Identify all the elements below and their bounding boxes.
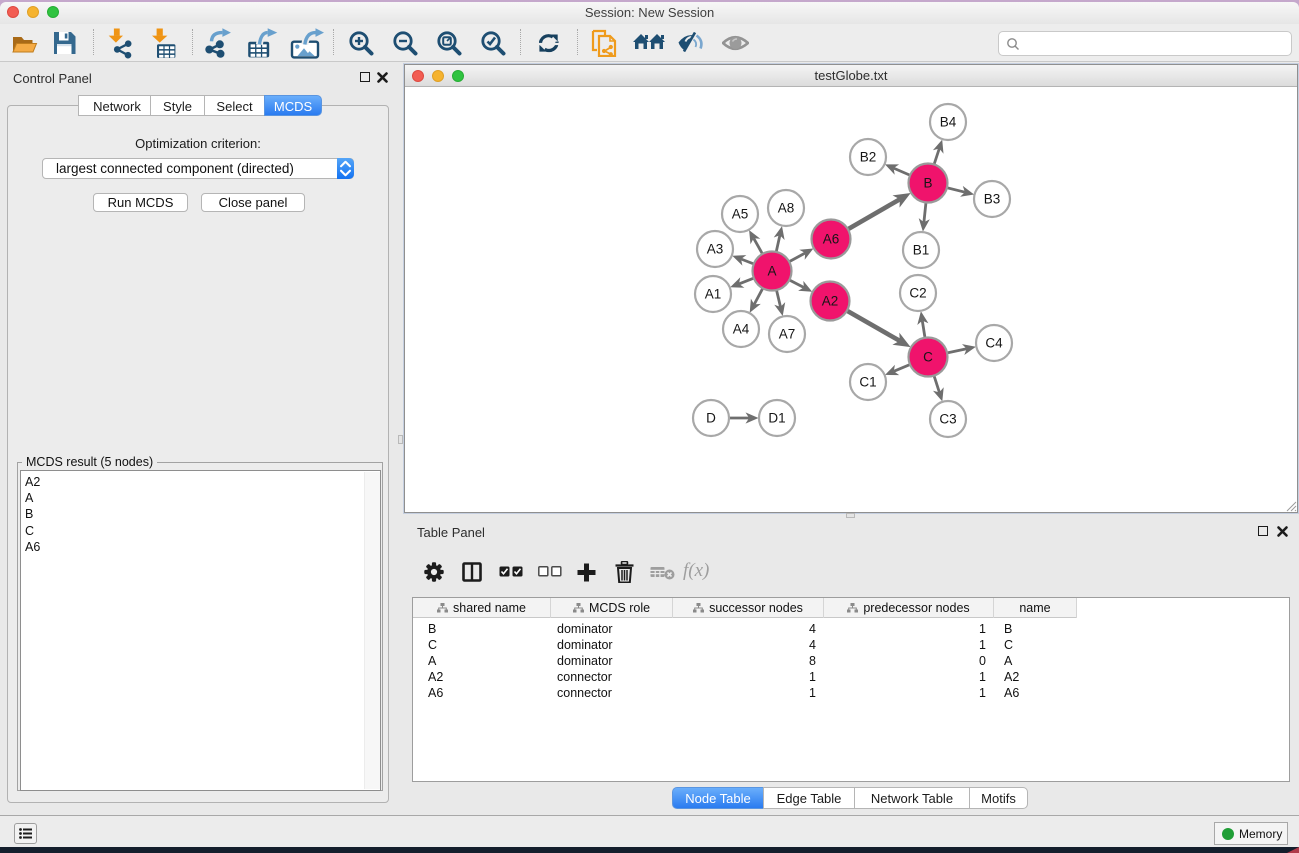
svg-text:A2: A2 <box>822 294 839 309</box>
svg-text:A8: A8 <box>778 201 795 216</box>
svg-text:B1: B1 <box>913 243 930 258</box>
svg-text:C2: C2 <box>909 286 926 301</box>
svg-text:B2: B2 <box>860 150 877 165</box>
svg-text:A3: A3 <box>707 242 724 257</box>
svg-text:C4: C4 <box>985 336 1003 351</box>
svg-text:C1: C1 <box>859 375 876 390</box>
svg-text:B: B <box>923 176 932 191</box>
svg-text:D1: D1 <box>768 411 785 426</box>
svg-text:A: A <box>767 264 776 279</box>
svg-text:A7: A7 <box>779 327 796 342</box>
svg-text:B4: B4 <box>940 115 957 130</box>
svg-text:A1: A1 <box>705 287 722 302</box>
svg-text:B3: B3 <box>984 192 1001 207</box>
svg-text:D: D <box>706 411 716 426</box>
svg-text:A4: A4 <box>733 322 750 337</box>
svg-text:A6: A6 <box>823 232 840 247</box>
svg-text:A5: A5 <box>732 207 749 222</box>
svg-text:C: C <box>923 350 933 365</box>
svg-text:C3: C3 <box>939 412 956 427</box>
